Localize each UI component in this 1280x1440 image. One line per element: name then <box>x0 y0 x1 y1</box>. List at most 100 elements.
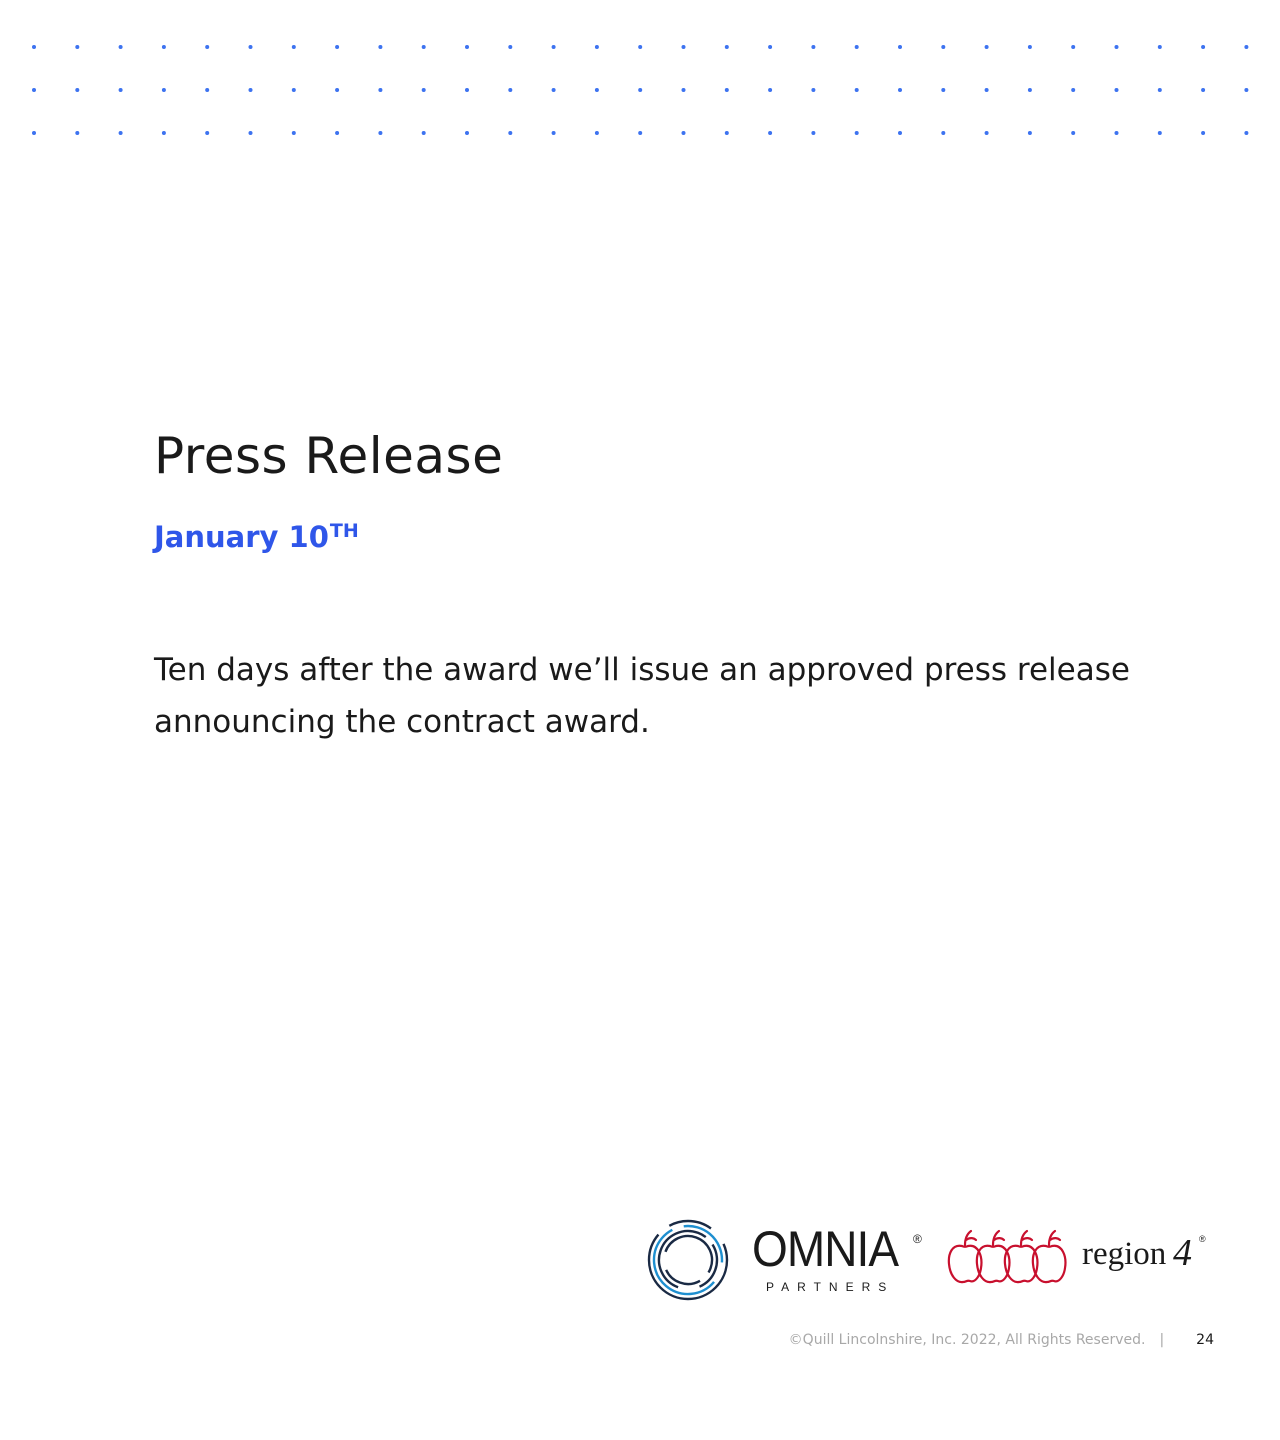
decorative-dot <box>32 88 36 92</box>
decorative-dot <box>638 88 643 92</box>
decorative-dot <box>941 45 946 49</box>
decorative-dot <box>161 45 166 49</box>
omnia-registered-mark: ® <box>913 1232 922 1246</box>
release-date-main: January 10 <box>154 520 329 554</box>
decorative-dot <box>508 131 513 135</box>
footer: ©Quill Lincolnshire, Inc. 2022, All Righ… <box>789 1332 1214 1348</box>
omnia-ring-logo-icon <box>647 1219 729 1301</box>
decorative-dot <box>1157 88 1162 92</box>
body-paragraph: Ten days after the award we’ll issue an … <box>154 652 1130 740</box>
decorative-dot <box>161 131 166 135</box>
decorative-dot <box>811 45 816 49</box>
partner-logos: OMNIA ® PARTNERS region 4 ® <box>646 1212 1226 1312</box>
decorative-dot <box>551 88 556 92</box>
decorative-dot <box>1157 131 1162 135</box>
decorative-dot <box>75 131 80 135</box>
decorative-dot <box>1114 88 1119 92</box>
decorative-dot <box>768 88 773 92</box>
decorative-dot <box>32 45 36 49</box>
decorative-dot <box>638 45 643 49</box>
decorative-dot <box>248 131 253 135</box>
decorative-dot <box>1071 88 1076 92</box>
region4-apples-icon <box>947 1229 1067 1284</box>
decorative-dot <box>75 88 80 92</box>
decorative-dot <box>594 131 599 135</box>
decorative-dot <box>291 45 296 49</box>
decorative-dot <box>75 45 80 49</box>
decorative-dot <box>984 88 989 92</box>
decorative-dot <box>594 45 599 49</box>
decorative-dot <box>941 88 946 92</box>
decorative-dot <box>1244 88 1249 92</box>
decorative-dot <box>335 131 340 135</box>
region4-wordmark: region <box>1082 1236 1167 1272</box>
decorative-dot <box>465 45 469 49</box>
decorative-dot <box>681 131 686 135</box>
decorative-dot <box>378 88 383 92</box>
decorative-dot <box>118 131 123 135</box>
decorative-dot <box>1201 45 1206 49</box>
decorative-dot <box>378 45 383 49</box>
decorative-dot <box>1027 45 1032 49</box>
release-date: January 10TH <box>154 520 359 555</box>
decorative-dot <box>508 88 513 92</box>
decorative-dot <box>248 88 253 92</box>
decorative-dot <box>638 131 643 135</box>
footer-separator: | <box>1159 1332 1165 1348</box>
decorative-dot <box>335 45 340 49</box>
decorative-dot <box>465 131 469 135</box>
decorative-dot <box>768 45 773 49</box>
decorative-dot <box>681 88 686 92</box>
decorative-dot <box>1244 131 1249 135</box>
decorative-dot <box>205 131 210 135</box>
decorative-dot <box>118 45 123 49</box>
decorative-dot <box>1201 131 1206 135</box>
decorative-dot <box>421 131 426 135</box>
decorative-dot <box>724 88 729 92</box>
page-number: 24 <box>1196 1332 1214 1348</box>
decorative-dot-grid <box>32 45 1249 135</box>
decorative-dot <box>291 88 296 92</box>
decorative-dot <box>465 88 469 92</box>
decorative-dot <box>681 45 686 49</box>
decorative-dot <box>205 88 210 92</box>
decorative-dot <box>335 88 340 92</box>
decorative-dot <box>724 131 729 135</box>
decorative-dot <box>811 88 816 92</box>
release-date-suffix: TH <box>329 520 359 542</box>
decorative-dot <box>1244 45 1249 49</box>
decorative-dot <box>421 45 426 49</box>
decorative-dot <box>161 88 166 92</box>
decorative-dot <box>291 131 296 135</box>
decorative-dot <box>1027 88 1032 92</box>
decorative-dot <box>1157 45 1162 49</box>
decorative-dot <box>898 45 902 49</box>
footer-copyright: ©Quill Lincolnshire, Inc. 2022, All Righ… <box>788 1332 1146 1348</box>
decorative-dot <box>984 131 989 135</box>
page-title: Press Release <box>154 427 504 485</box>
decorative-dot <box>32 131 36 135</box>
decorative-dot <box>724 45 729 49</box>
decorative-dot <box>378 131 383 135</box>
decorative-dot <box>854 131 859 135</box>
decorative-dot <box>421 88 426 92</box>
decorative-dot <box>768 131 773 135</box>
decorative-dot <box>854 88 859 92</box>
decorative-dot <box>854 45 859 49</box>
decorative-dot <box>811 131 816 135</box>
omnia-partners-subtitle: PARTNERS <box>766 1280 895 1294</box>
decorative-dot <box>898 88 902 92</box>
decorative-dot <box>1027 131 1032 135</box>
region4-registered-mark: ® <box>1199 1234 1206 1244</box>
decorative-dot <box>551 45 556 49</box>
decorative-dot <box>1071 45 1076 49</box>
region4-number: 4 <box>1173 1232 1192 1274</box>
decorative-dot <box>984 45 989 49</box>
decorative-dot <box>941 131 946 135</box>
decorative-dot <box>205 45 210 49</box>
omnia-wordmark: OMNIA <box>752 1221 899 1277</box>
decorative-dot <box>594 88 599 92</box>
decorative-dot <box>898 131 902 135</box>
decorative-dot <box>1071 131 1076 135</box>
decorative-dot <box>1114 45 1119 49</box>
